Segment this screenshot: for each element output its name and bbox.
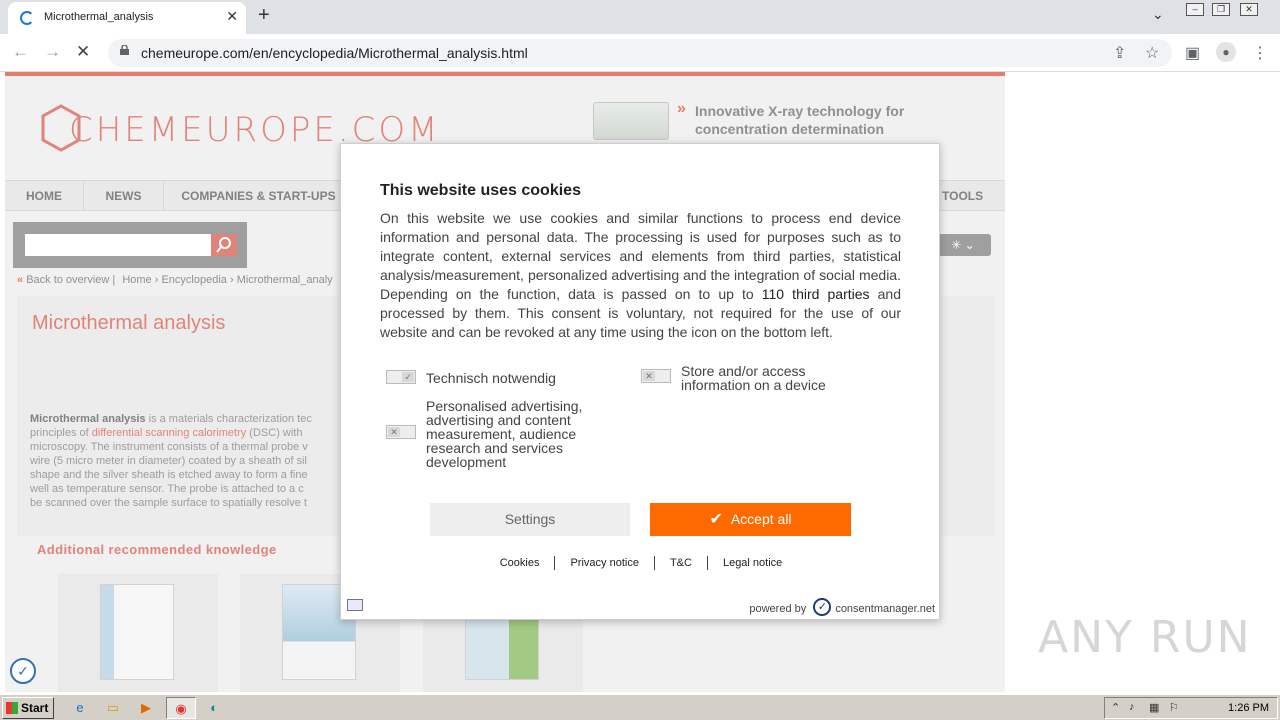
tray-expand-icon[interactable]: ⌃ bbox=[1111, 701, 1120, 714]
url-text: chemeurope.com/en/encyclopedia/Microther… bbox=[141, 45, 528, 61]
clock[interactable]: 1:26 PM bbox=[1228, 702, 1269, 714]
cookies-link[interactable]: Cookies bbox=[500, 557, 540, 569]
internet-explorer-icon[interactable]: e bbox=[68, 697, 92, 719]
language-flag-icon[interactable] bbox=[347, 599, 363, 611]
edge-icon[interactable]: ◐ bbox=[202, 697, 226, 719]
new-tab-button[interactable]: + bbox=[258, 4, 270, 27]
cookie-consent-dialog: This website uses cookies On this websit… bbox=[340, 143, 940, 620]
loading-spinner-icon bbox=[20, 11, 34, 25]
checkmark-icon: ✔ bbox=[709, 511, 723, 528]
x-icon: ✕ bbox=[388, 427, 400, 437]
stop-loading-icon[interactable]: ✕ bbox=[76, 42, 90, 62]
cookie-dialog-title: This website uses cookies bbox=[380, 182, 581, 199]
check-icon: ✓ bbox=[402, 372, 414, 382]
third-parties-link[interactable]: 110 third parties bbox=[762, 286, 870, 302]
minimize-button[interactable]: – bbox=[1186, 3, 1204, 16]
start-button[interactable]: Start bbox=[2, 697, 54, 719]
consentmanager-logo-icon: ✓ bbox=[813, 598, 832, 616]
close-window-button[interactable]: ✕ bbox=[1240, 3, 1258, 16]
accept-all-button[interactable]: ✔ Accept all bbox=[650, 503, 851, 536]
chrome-icon[interactable]: ◉ bbox=[166, 697, 196, 719]
settings-button[interactable]: Settings bbox=[430, 503, 630, 536]
anyrun-watermark: ANY RUN bbox=[1038, 612, 1252, 663]
privacy-notice-link[interactable]: Privacy notice bbox=[570, 557, 638, 569]
restore-button[interactable]: ❐ bbox=[1212, 3, 1230, 16]
tab-search-chevron-icon[interactable]: ⌄ bbox=[1152, 6, 1164, 23]
back-arrow-icon[interactable]: ← bbox=[12, 42, 29, 62]
forward-arrow-icon[interactable]: → bbox=[44, 42, 61, 62]
tc-link[interactable]: T&C bbox=[670, 557, 692, 569]
action-center-icon[interactable]: ⚐ bbox=[1169, 701, 1179, 714]
folder-icon[interactable]: ▭ bbox=[101, 697, 125, 719]
taskbar: Start e ▭ ▶ ◉ ◐ ⌃ ♪ ▦ ⚐ 1:26 PM bbox=[0, 694, 1280, 720]
cookie-dialog-text: On this website we use cookies and simil… bbox=[380, 210, 902, 340]
network-icon[interactable]: ▦ bbox=[1149, 701, 1159, 714]
browser-toolbar: ← → ✕ chemeurope.com/en/encyclopedia/Mic… bbox=[0, 34, 1280, 72]
bookmark-star-icon[interactable]: ☆ bbox=[1145, 43, 1159, 63]
close-tab-icon[interactable]: ✕ bbox=[226, 8, 238, 25]
browser-tab[interactable]: Microthermal_analysis ✕ bbox=[8, 2, 246, 34]
profile-avatar-icon[interactable]: ● bbox=[1216, 42, 1236, 62]
lock-icon bbox=[120, 45, 129, 55]
volume-icon[interactable]: ♪ bbox=[1129, 701, 1135, 713]
cookie-links: Cookies Privacy notice T&C Legal notice bbox=[341, 556, 941, 570]
side-panel-icon[interactable]: ▣ bbox=[1185, 43, 1200, 63]
media-player-icon[interactable]: ▶ bbox=[134, 697, 158, 719]
purpose-technical-label: Technisch notwendig bbox=[426, 370, 556, 386]
x-icon: ✕ bbox=[643, 371, 655, 381]
menu-dots-icon[interactable]: ⋮ bbox=[1252, 43, 1268, 63]
store-access-toggle[interactable]: ✕ bbox=[641, 369, 671, 383]
purpose-ads-label: Personalised advertising, advertising an… bbox=[426, 398, 583, 470]
legal-notice-link[interactable]: Legal notice bbox=[723, 557, 782, 569]
consentmanager-link[interactable]: consentmanager.net bbox=[835, 603, 935, 615]
consent-settings-badge-icon[interactable]: ✓ bbox=[10, 658, 36, 684]
browser-tab-bar: Microthermal_analysis ✕ + ⌄ – ❐ ✕ bbox=[0, 0, 1280, 34]
windows-flag-icon bbox=[6, 702, 18, 714]
tab-title: Microthermal_analysis bbox=[44, 11, 154, 23]
purpose-store-label: Store and/or access information on a dev… bbox=[681, 363, 826, 393]
system-tray: ⌃ ♪ ▦ ⚐ 1:26 PM bbox=[1104, 697, 1278, 719]
personalised-ads-toggle[interactable]: ✕ bbox=[386, 425, 416, 439]
technical-necessary-toggle[interactable]: ✓ bbox=[386, 370, 416, 384]
address-bar[interactable]: chemeurope.com/en/encyclopedia/Microther… bbox=[108, 39, 1172, 67]
share-icon[interactable]: ⇪ bbox=[1113, 43, 1126, 63]
powered-by: powered by ✓ consentmanager.net bbox=[749, 598, 935, 618]
